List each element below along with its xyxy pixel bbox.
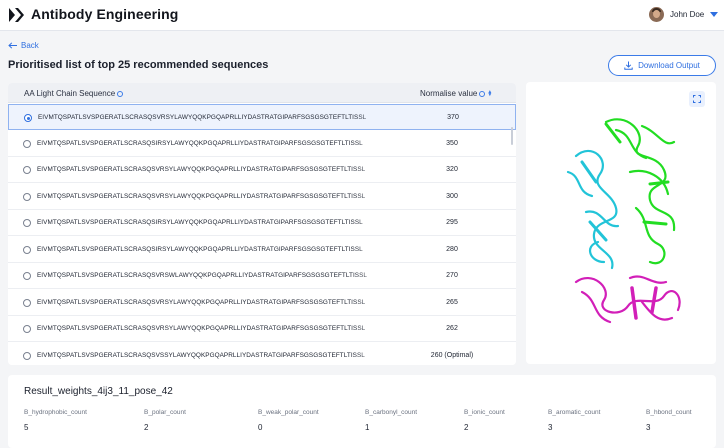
download-icon xyxy=(624,61,633,70)
table-row[interactable]: EIVMTQSPATLSVSPGERATLSCRASQSVRSWLAWYQQKP… xyxy=(8,263,516,289)
sequence-table: AA Light Chain Sequence Normalise value … xyxy=(8,83,516,365)
row-radio-button[interactable] xyxy=(23,351,31,360)
metric-value: 0 xyxy=(258,423,263,432)
sequence-cell: EIVMTQSPATLSVSPGERATLSCRASQSIRSYLAWYQQKP… xyxy=(37,139,363,147)
table-row[interactable]: EIVMTQSPATLSVSPGERATLSCRASQSVRSYLAWYQQKP… xyxy=(8,183,516,210)
sequence-cell: EIVMTQSPATLSVSPGERATLSCRASQSIRSYLAWYQQKP… xyxy=(37,219,363,226)
results-title: Result_weights_4ij3_11_pose_42 xyxy=(24,386,173,397)
metric-value: 3 xyxy=(646,423,651,432)
value-cell: 260 (Optimal) xyxy=(430,351,474,359)
sort-icon[interactable]: ▲ ▼ xyxy=(487,89,492,97)
metric-label: B_carbonyl_count xyxy=(365,409,418,416)
value-cell: 262 xyxy=(446,325,458,332)
fullscreen-button[interactable] xyxy=(689,91,705,107)
column-label-sequence: AA Light Chain Sequence xyxy=(24,89,116,98)
value-cell: 300 xyxy=(446,192,458,200)
protein-structure-image xyxy=(566,118,681,324)
metric-item: B_weak_polar_count 0 xyxy=(258,409,319,432)
table-row[interactable]: EIVMTQSPATLSVSPGERATLSCRASQSVRSYLAWYQQKP… xyxy=(8,316,516,342)
value-cell: 270 xyxy=(446,272,458,279)
sequence-cell: EIVMTQSPATLSVSPGERATLSCRASQSVSSYLAWYQQKP… xyxy=(37,351,365,359)
table-row[interactable]: EIVMTQSPATLSVSPGERATLSCRASQSIRSYLAWYQQKP… xyxy=(8,210,516,236)
row-radio-button[interactable] xyxy=(23,272,31,280)
metric-value: 3 xyxy=(548,423,553,432)
column-header-value[interactable]: Normalise value ▲ ▼ xyxy=(420,89,492,98)
metric-value: 2 xyxy=(144,423,149,432)
avatar-face xyxy=(653,10,660,18)
info-icon[interactable] xyxy=(479,90,486,97)
sequence-cell: EIVMTQSPATLSVSPGERATLSCRASQSVRSYLAWYQQKP… xyxy=(37,192,366,200)
metric-value: 5 xyxy=(24,423,29,432)
sequence-cell: EIVMTQSPATLSVSPGERATLSCRASQSVRSYLAWYQQKP… xyxy=(38,114,367,121)
metric-label: B_weak_polar_count xyxy=(258,409,319,416)
metric-label: B_hbond_count xyxy=(646,409,692,416)
scrollbar[interactable] xyxy=(511,127,513,145)
download-output-button[interactable]: Download Output xyxy=(608,55,716,76)
value-cell: 320 xyxy=(446,166,458,173)
metric-value: 2 xyxy=(464,423,469,432)
metric-value: 1 xyxy=(365,423,370,432)
metric-item: B_ionic_count 2 xyxy=(464,409,505,432)
table-row[interactable]: EIVMTQSPATLSVSPGERATLSCRASQSVSSYLAWYQQKP… xyxy=(8,342,516,365)
double-chevron-logo-icon xyxy=(9,8,24,22)
value-cell: 370 xyxy=(447,114,459,121)
row-radio-button[interactable] xyxy=(24,114,32,122)
metric-label: B_aromatic_count xyxy=(548,409,601,416)
table-header: AA Light Chain Sequence Normalise value … xyxy=(8,83,516,103)
back-link[interactable]: Back xyxy=(8,41,39,50)
metric-item: B_aromatic_count 3 xyxy=(548,409,600,432)
row-radio-button[interactable] xyxy=(23,219,31,227)
sequence-cell: EIVMTQSPATLSVSPGERATLSCRASQSVRSYLAWYQQKP… xyxy=(37,298,366,306)
row-radio-button[interactable] xyxy=(23,192,31,201)
table-row[interactable]: EIVMTQSPATLSVSPGERATLSCRASQSVRSYLAWYQQKP… xyxy=(8,289,516,316)
table-row[interactable]: EIVMTQSPATLSVSPGERATLSCRASQSVRSYLAWYQQKP… xyxy=(8,157,516,183)
metric-item: B_polar_count 2 xyxy=(144,409,186,432)
user-name[interactable]: John Doe xyxy=(670,10,704,19)
row-radio-button[interactable] xyxy=(23,245,31,254)
back-label: Back xyxy=(21,41,39,50)
app-title: Antibody Engineering xyxy=(31,6,179,22)
sequence-cell: EIVMTQSPATLSVSPGERATLSCRASQSVRSYLAWYQQKP… xyxy=(37,325,366,332)
page-title: Prioritised list of top 25 recommended s… xyxy=(8,59,269,71)
value-cell: 295 xyxy=(446,219,458,226)
sequence-cell: EIVMTQSPATLSVSPGERATLSCRASQSIRSYLAWYQQKP… xyxy=(37,245,363,253)
metric-label: B_hydrophobic_count xyxy=(24,409,87,416)
metric-label: B_polar_count xyxy=(144,409,186,416)
row-radio-button[interactable] xyxy=(23,325,31,333)
sequence-cell: EIVMTQSPATLSVSPGERATLSCRASQSVRSYLAWYQQKP… xyxy=(37,166,366,173)
fullscreen-icon xyxy=(693,95,701,103)
row-radio-button[interactable] xyxy=(23,139,31,148)
info-icon[interactable] xyxy=(117,90,124,97)
metric-label: B_ionic_count xyxy=(464,409,505,416)
sequence-cell: EIVMTQSPATLSVSPGERATLSCRASQSVRSWLAWYQQKP… xyxy=(37,272,368,279)
value-cell: 350 xyxy=(446,139,458,147)
arrow-left-icon xyxy=(8,42,17,49)
metric-item: B_carbonyl_count 1 xyxy=(365,409,417,432)
value-cell: 265 xyxy=(446,298,458,306)
metric-item: B_hydrophobic_count 5 xyxy=(24,409,87,432)
metric-item: B_hbond_count 3 xyxy=(646,409,692,432)
row-radio-button[interactable] xyxy=(23,298,31,307)
table-row[interactable]: EIVMTQSPATLSVSPGERATLSCRASQSIRSYLAWYQQKP… xyxy=(8,236,516,263)
row-radio-button[interactable] xyxy=(23,166,31,174)
structure-viewer[interactable] xyxy=(526,82,716,364)
table-row[interactable]: EIVMTQSPATLSVSPGERATLSCRASQSVRSYLAWYQQKP… xyxy=(8,104,516,130)
download-label: Download Output xyxy=(638,61,700,70)
results-panel: Result_weights_4ij3_11_pose_42 B_hydroph… xyxy=(8,375,716,448)
user-avatar[interactable] xyxy=(649,7,664,22)
chevron-down-icon[interactable] xyxy=(710,12,718,17)
column-header-sequence[interactable]: AA Light Chain Sequence xyxy=(24,89,124,98)
top-bar: Antibody Engineering John Doe xyxy=(0,0,724,31)
column-label-value: Normalise value xyxy=(420,89,478,98)
table-row[interactable]: EIVMTQSPATLSVSPGERATLSCRASQSIRSYLAWYQQKP… xyxy=(8,130,516,157)
value-cell: 280 xyxy=(446,245,458,253)
